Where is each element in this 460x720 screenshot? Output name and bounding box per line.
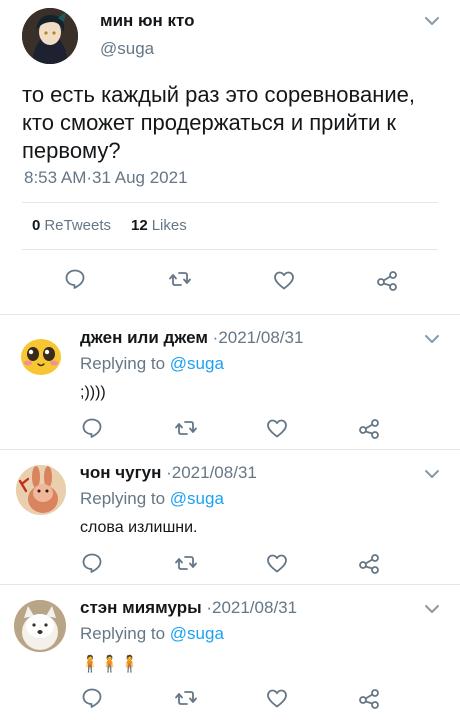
reply-button[interactable]: [63, 267, 87, 291]
retweet-icon: [175, 691, 197, 705]
retweet-button[interactable]: [168, 267, 192, 291]
author-name[interactable]: мин юн кто: [100, 11, 195, 31]
reply-author[interactable]: джен или джем ·2021/08/31: [80, 328, 303, 348]
share-button[interactable]: [357, 686, 381, 710]
retweet-icon: [169, 272, 191, 286]
retweet-icon: [175, 421, 197, 435]
author-avatar[interactable]: [22, 8, 78, 64]
author-handle[interactable]: @suga: [100, 39, 154, 59]
replying-to: Replying to @suga: [80, 489, 224, 509]
divider: [22, 249, 438, 250]
more-options-button[interactable]: [423, 600, 441, 618]
reply-author-name: джен или джем: [80, 328, 208, 347]
share-icon: [359, 554, 379, 574]
reply-icon: [82, 418, 102, 438]
reply-button[interactable]: [80, 551, 104, 575]
retweets-stat[interactable]: 0 ReTweets: [32, 217, 111, 234]
replying-handle-link[interactable]: @suga: [170, 489, 224, 508]
reply-button[interactable]: [80, 686, 104, 710]
share-icon: [377, 271, 397, 291]
heart-icon: [274, 271, 294, 290]
likes-label: Likes: [151, 217, 187, 234]
more-options-button[interactable]: [423, 12, 441, 30]
likes-count: 12: [131, 217, 148, 234]
replying-prefix: Replying to: [80, 354, 166, 373]
share-button[interactable]: [357, 416, 381, 440]
reply-text: 🧍🧍🧍: [80, 656, 140, 673]
likes-stat[interactable]: 12 Likes: [131, 217, 187, 234]
replying-handle-link[interactable]: @suga: [170, 624, 224, 643]
retweet-icon: [175, 556, 197, 570]
like-button[interactable]: [265, 416, 289, 440]
reply-button[interactable]: [80, 416, 104, 440]
retweet-button[interactable]: [174, 551, 198, 575]
like-button[interactable]: [265, 551, 289, 575]
more-options-button[interactable]: [423, 465, 441, 483]
replying-prefix: Replying to: [80, 624, 166, 643]
replying-prefix: Replying to: [80, 489, 166, 508]
share-icon: [359, 419, 379, 439]
replying-to: Replying to @suga: [80, 354, 224, 374]
heart-icon: [267, 689, 287, 708]
divider: [0, 449, 460, 450]
retweet-button[interactable]: [174, 686, 198, 710]
divider: [0, 314, 460, 315]
chevron-down-icon: [425, 470, 439, 478]
tweet-text: то есть каждый раз это соревнование, кто…: [22, 82, 416, 163]
reply-icon: [82, 688, 102, 708]
chevron-down-icon: [425, 335, 439, 343]
divider: [22, 202, 438, 203]
divider: [0, 584, 460, 585]
like-button[interactable]: [272, 268, 296, 292]
share-icon: [359, 689, 379, 709]
reply-author[interactable]: чон чугун ·2021/08/31: [80, 463, 257, 483]
reply-avatar[interactable]: [16, 330, 66, 380]
reply-date: ·2021/08/31: [212, 328, 304, 347]
reply-author-name: стэн миямуры: [80, 598, 202, 617]
reply-date: ·2021/08/31: [206, 598, 298, 617]
retweets-count: 0: [32, 217, 41, 234]
reply-icon: [65, 269, 85, 289]
share-button[interactable]: [357, 551, 381, 575]
reply-author[interactable]: стэн миямуры ·2021/08/31: [80, 598, 297, 618]
heart-icon: [267, 554, 287, 573]
reply-date: ·2021/08/31: [166, 463, 257, 482]
replying-handle-link[interactable]: @suga: [170, 354, 224, 373]
more-options-button[interactable]: [423, 330, 441, 348]
replying-to: Replying to @suga: [80, 624, 224, 644]
reply-author-name: чон чугун: [80, 463, 162, 482]
reply-icon: [82, 553, 102, 573]
reply-text: ;)))): [80, 384, 106, 401]
share-button[interactable]: [375, 268, 399, 292]
chevron-down-icon: [425, 17, 439, 25]
retweets-label: ReTweets: [44, 217, 112, 234]
reply-avatar[interactable]: [16, 465, 66, 515]
chevron-down-icon: [425, 605, 439, 613]
reply-avatar[interactable]: [14, 600, 66, 652]
heart-icon: [267, 419, 287, 438]
like-button[interactable]: [265, 686, 289, 710]
tweet-timestamp[interactable]: 8:53 AM·31 Aug 2021: [24, 168, 188, 188]
reply-text: слова излишни.: [80, 519, 198, 536]
retweet-button[interactable]: [174, 416, 198, 440]
